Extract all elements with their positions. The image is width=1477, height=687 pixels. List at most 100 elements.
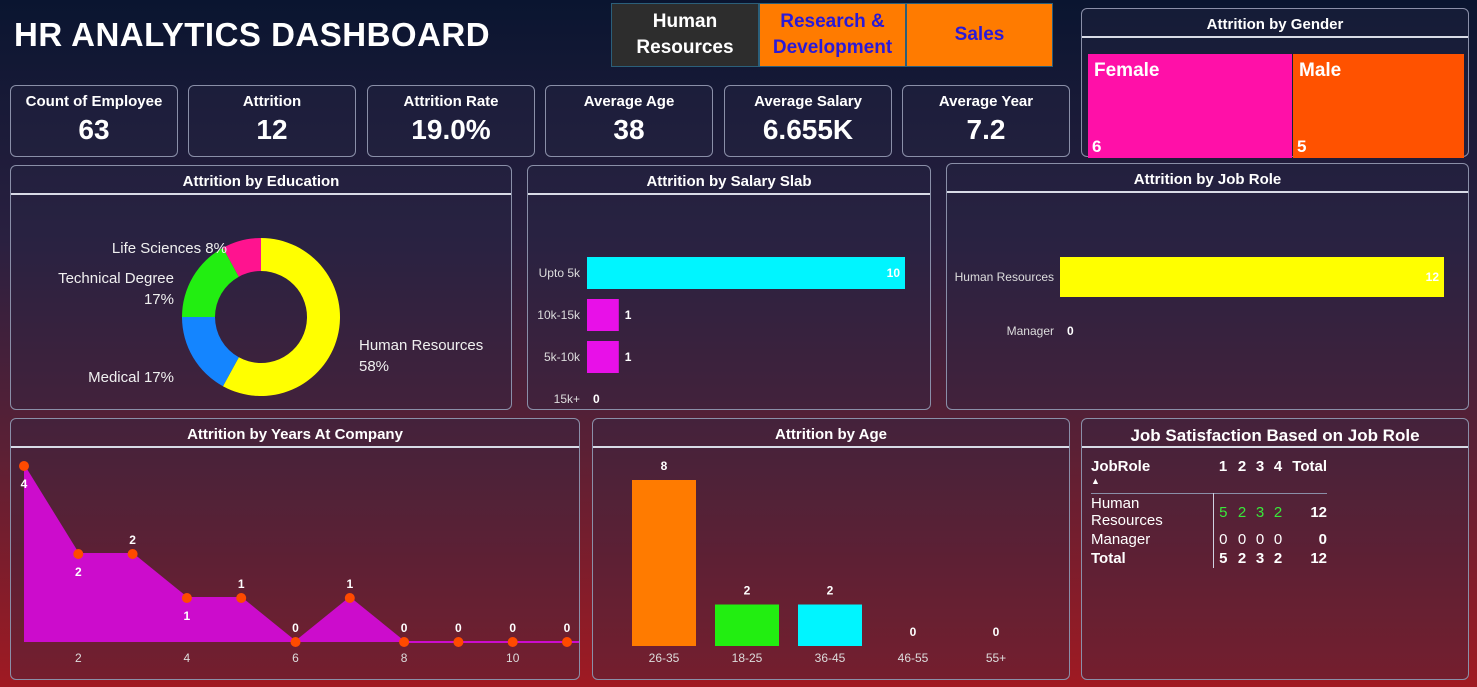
kpi-label: Average Age: [583, 93, 675, 110]
panel-title: Attrition by Salary Slab: [528, 166, 930, 195]
table-row: Human Resources 5 2 3 2 12: [1091, 493, 1327, 530]
axis-tick-label: 36-45: [815, 651, 846, 665]
job-satisfaction-table: JobRole ▲ 1 2 3 4 Total Human Resources …: [1091, 457, 1327, 568]
axis-tick-label: 15k+: [554, 392, 580, 406]
bar: [632, 480, 696, 646]
data-label: 10: [887, 266, 901, 280]
data-label: 0: [1067, 324, 1074, 338]
slicer-sales[interactable]: Sales: [906, 3, 1053, 67]
kpi-attrition-rate: Attrition Rate 19.0%: [367, 85, 535, 157]
data-label: 8: [661, 459, 668, 473]
data-label: 2: [827, 584, 834, 598]
donut-label: Human Resources 58%: [359, 337, 483, 375]
axis-tick-label: 55+: [986, 651, 1006, 665]
cell-value: 2: [1273, 503, 1283, 521]
cell-value: 3: [1255, 550, 1265, 567]
gender-male-tile[interactable]: Male 5: [1293, 54, 1464, 158]
job-satisfaction-panel: Job Satisfaction Based on Job Role JobRo…: [1081, 418, 1469, 680]
data-label: 4: [21, 477, 28, 491]
cell-value: 0: [1237, 531, 1247, 548]
cell-value: 2: [1273, 550, 1283, 567]
kpi-average-age: Average Age 38: [545, 85, 713, 157]
gender-value: 6: [1092, 137, 1102, 156]
cell-value: 2: [1237, 503, 1247, 521]
column-header[interactable]: 1: [1213, 457, 1233, 494]
years-area-chart: 422110100000246810: [19, 461, 627, 665]
data-label: 1: [184, 609, 191, 623]
data-label: 0: [910, 625, 917, 639]
kpi-average-salary: Average Salary 6.655K: [724, 85, 892, 157]
table-header-row: JobRole ▲ 1 2 3 4 Total: [1091, 457, 1327, 494]
axis-tick-label: 2: [75, 651, 82, 665]
data-point: [344, 593, 355, 603]
data-point: [562, 637, 572, 647]
data-point: [73, 549, 84, 559]
axis-tick-label: 4: [184, 651, 191, 665]
panel-title: Attrition by Job Role: [947, 164, 1468, 193]
bar: [1060, 257, 1444, 297]
bar: [587, 257, 905, 289]
column-header[interactable]: 2: [1233, 457, 1251, 494]
axis-tick-label: 6: [292, 651, 299, 665]
data-label: 2: [75, 565, 82, 579]
cell-jobrole: Total: [1091, 549, 1214, 568]
panel-title: Attrition by Age: [593, 419, 1069, 448]
kpi-value: 38: [613, 114, 645, 145]
slicer-research-development[interactable]: Research & Development: [759, 3, 906, 67]
data-label: 0: [564, 621, 571, 635]
axis-tick-label: 5k-10k: [544, 350, 581, 364]
education-donut-chart: Human Resources 58% Medical 17% Technical D…: [58, 238, 483, 396]
axis-tick-label: 10k-15k: [537, 308, 581, 322]
data-label: 0: [292, 621, 299, 635]
dashboard-title: HR ANALYTICS DASHBOARD: [14, 16, 491, 53]
data-label: 1: [238, 577, 245, 591]
attrition-by-gender-panel: Attrition by Gender Female 6 Male 5: [1081, 8, 1469, 158]
table-total-row: Total 5 2 3 2 12: [1091, 549, 1327, 568]
column-header[interactable]: Total: [1287, 457, 1327, 494]
cell-value: 0: [1255, 531, 1265, 548]
kpi-count-of-employee: Count of Employee 63: [10, 85, 178, 157]
gender-female-tile[interactable]: Female 6: [1088, 54, 1292, 158]
column-header-jobrole[interactable]: JobRole ▲: [1091, 457, 1213, 494]
axis-tick-label: Manager: [1007, 324, 1054, 338]
axis-tick-label: 26-35: [649, 651, 680, 665]
cell-total: 12: [1310, 503, 1327, 521]
data-label: 1: [625, 350, 632, 364]
bar: [798, 604, 862, 646]
slicer-label: Sales: [954, 24, 1005, 45]
axis-tick-label: 10: [506, 651, 520, 665]
axis-tick-label: Human Resources: [955, 270, 1054, 284]
kpi-label: Average Salary: [754, 93, 862, 110]
data-point: [127, 549, 138, 559]
panel-title: Job Satisfaction Based on Job Role: [1082, 419, 1468, 448]
slicer-label: Research & Development: [772, 11, 893, 58]
sort-ascending-icon: ▲: [1091, 476, 1100, 486]
axis-tick-label: 8: [401, 651, 408, 665]
attrition-by-years-panel: Attrition by Years At Company 4221101000…: [10, 418, 627, 680]
attrition-by-education-panel: Attrition by Education Human Resources 58…: [10, 165, 512, 410]
data-label: 12: [1426, 270, 1440, 284]
data-point: [236, 593, 247, 603]
panel-title: Attrition by Education: [11, 166, 511, 195]
data-label: 2: [129, 533, 136, 547]
cell-jobrole: Manager: [1091, 530, 1214, 549]
cell-jobrole: Human Resources: [1091, 493, 1214, 530]
slicer-human-resources[interactable]: Human Resources: [611, 3, 759, 67]
donut-label: Technical Degree 17%: [58, 270, 174, 308]
data-label: 1: [346, 577, 353, 591]
kpi-value: 63: [78, 114, 110, 145]
axis-tick-label: Upto 5k: [539, 266, 581, 280]
slicer-label: Human Resources: [636, 11, 734, 58]
kpi-value: 19.0%: [411, 114, 491, 145]
column-header[interactable]: 3: [1251, 457, 1269, 494]
cell-value: 0: [1219, 531, 1228, 548]
kpi-value: 7.2: [966, 114, 1006, 145]
kpi-label: Attrition Rate: [403, 93, 499, 110]
data-label: 0: [455, 621, 462, 635]
data-label: 1: [625, 308, 632, 322]
column-header[interactable]: 4: [1269, 457, 1287, 494]
data-label: 0: [401, 621, 408, 635]
kpi-label: Attrition: [242, 93, 302, 110]
gender-value: 5: [1297, 137, 1307, 156]
cell-value: 3: [1255, 503, 1265, 521]
